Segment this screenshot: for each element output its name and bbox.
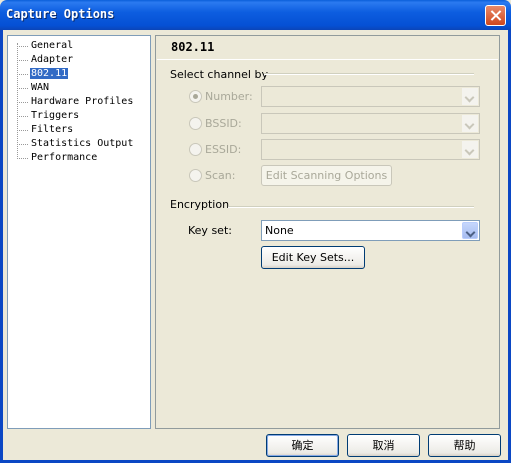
tree-item-label: WAN (31, 82, 50, 93)
edit-scanning-options-button[interactable]: Edit Scanning Options (261, 165, 392, 186)
options-tree[interactable]: General Adapter 802.11 WAN Hardware Prof… (7, 35, 151, 429)
channel-group-label: Select channel by (170, 68, 268, 81)
radio-bssid-button[interactable] (189, 117, 202, 130)
close-button[interactable] (485, 5, 506, 26)
tree-item-label: Hardware Profiles (31, 96, 134, 107)
tree-item-label: Filters (31, 124, 74, 135)
tree-item-adapter[interactable]: Adapter (16, 53, 74, 67)
ok-button[interactable]: 确定 (266, 434, 339, 457)
tree-item-triggers[interactable]: Triggers (16, 109, 80, 123)
tree-item-wan[interactable]: WAN (16, 81, 50, 95)
chevron-down-icon[interactable] (462, 222, 478, 239)
encryption-group-divider (228, 206, 474, 208)
tree-item-hardware-profiles[interactable]: Hardware Profiles (16, 95, 134, 109)
settings-panel: 802.11 Select channel by Number: BSSID: … (155, 35, 500, 429)
radio-essid-button[interactable] (189, 143, 202, 156)
bssid-combo[interactable] (261, 113, 480, 134)
keyset-label: Key set: (188, 224, 232, 237)
radio-bssid-label: BSSID: (205, 117, 242, 130)
keyset-value: None (265, 224, 294, 237)
encryption-group-label: Encryption (170, 198, 230, 211)
essid-combo[interactable] (261, 139, 480, 160)
tree-item-label: Adapter (31, 54, 74, 65)
number-combo[interactable] (261, 86, 480, 107)
radio-number-label: Number: (205, 90, 253, 103)
panel-title-divider (157, 59, 498, 60)
tree-item-general[interactable]: General (16, 39, 74, 53)
cancel-button[interactable]: 取消 (347, 434, 420, 457)
tree-item-performance[interactable]: Performance (16, 151, 98, 165)
tree-item-label: Performance (31, 152, 98, 163)
tree-item-label: General (31, 40, 74, 51)
edit-key-sets-button[interactable]: Edit Key Sets... (261, 246, 365, 269)
window-title: Capture Options (6, 7, 115, 21)
radio-number-button[interactable] (189, 90, 202, 103)
panel-title: 802.11 (171, 40, 215, 54)
tree-item-label: Triggers (31, 110, 80, 121)
radio-scan-label: Scan: (205, 169, 236, 182)
chevron-down-icon[interactable] (462, 141, 478, 158)
tree-item-label: Statistics Output (31, 138, 134, 149)
title-bar: Capture Options (0, 0, 511, 30)
tree-item-802-11[interactable]: 802.11 (16, 67, 69, 81)
tree-item-filters[interactable]: Filters (16, 123, 74, 137)
radio-essid-label: ESSID: (205, 143, 242, 156)
tree-item-statistics-output[interactable]: Statistics Output (16, 137, 134, 151)
chevron-down-icon[interactable] (462, 88, 478, 105)
chevron-down-icon[interactable] (462, 115, 478, 132)
tree-item-label: 802.11 (30, 68, 69, 79)
keyset-combo[interactable]: None (261, 220, 480, 241)
window-frame-left (0, 30, 3, 463)
radio-scan-button[interactable] (189, 169, 202, 182)
channel-group-divider (264, 73, 474, 75)
help-button[interactable]: 帮助 (428, 434, 501, 457)
